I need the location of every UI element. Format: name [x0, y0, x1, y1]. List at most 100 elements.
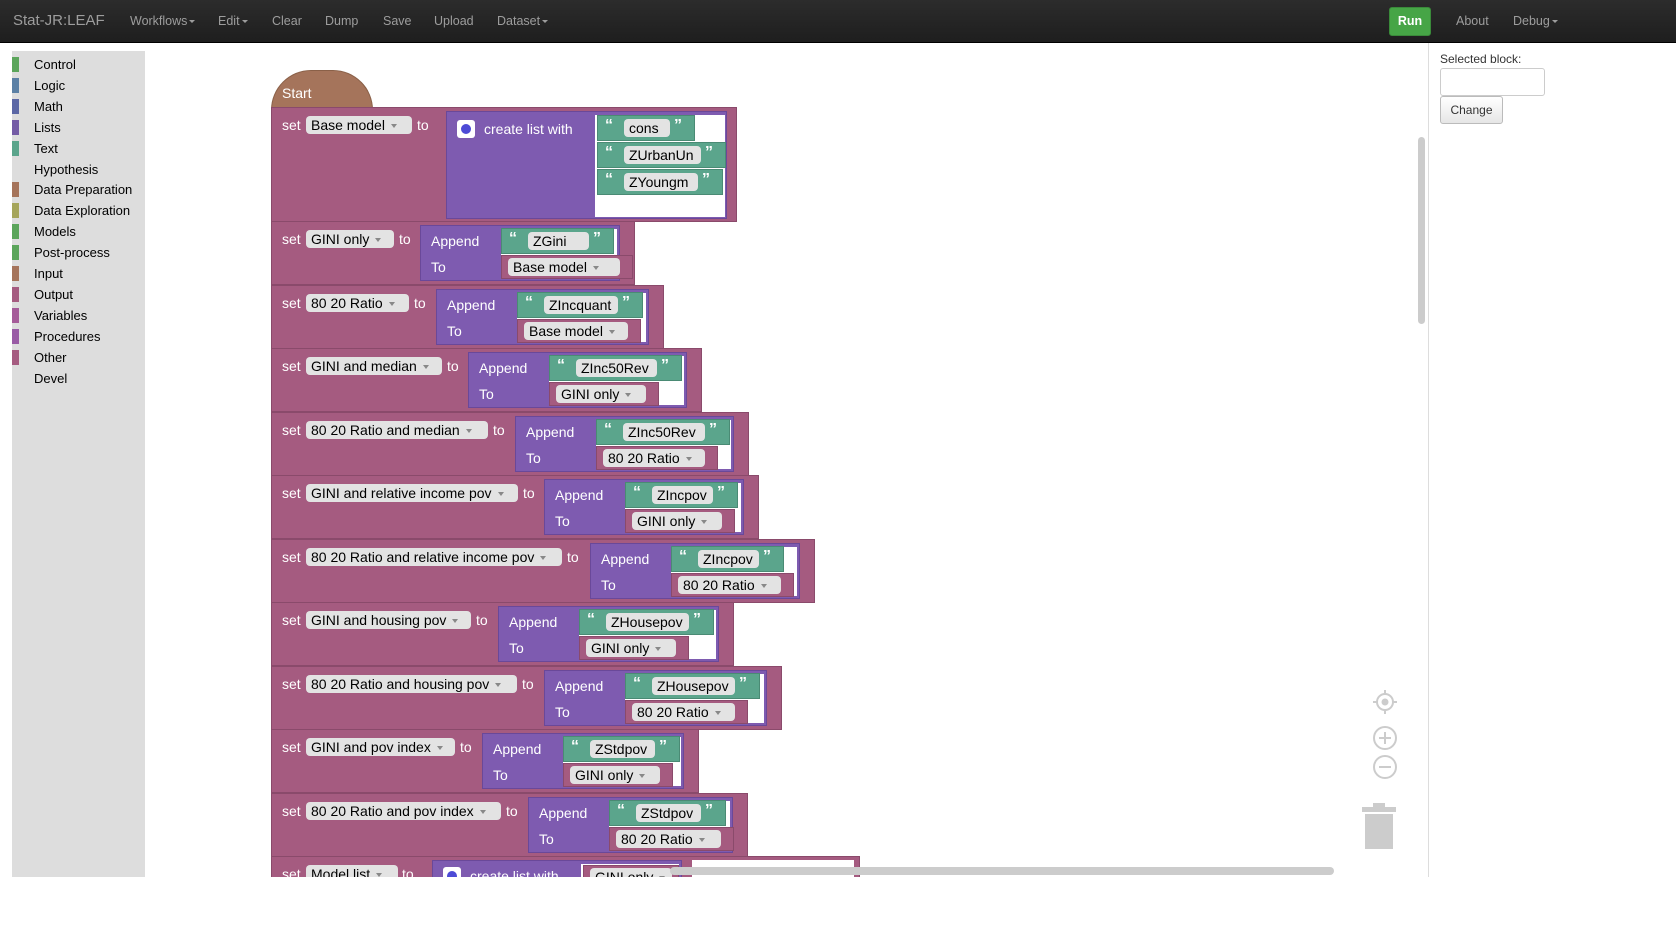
- app-brand[interactable]: Stat-JR:LEAF: [13, 12, 105, 29]
- append-block[interactable]: Append To “ ZHousepov” 80 20 Ratio: [544, 670, 767, 726]
- append-block[interactable]: Append To “ ZStdpov” 80 20 Ratio: [528, 797, 734, 853]
- toolbox-category-data-exploration[interactable]: Data Exploration: [12, 202, 145, 219]
- toolbox-category-input[interactable]: Input: [12, 265, 145, 282]
- append-block[interactable]: Append To “ ZInc50Rev” GINI only: [468, 352, 687, 408]
- variable-get-block[interactable]: GINI only: [583, 865, 679, 877]
- toolbox-category-hypothesis[interactable]: Hypothesis: [12, 161, 145, 178]
- set-block-row[interactable]: set GINI and relative income pov to Append T…: [271, 475, 759, 539]
- toolbox-category-logic[interactable]: Logic: [12, 77, 145, 94]
- toolbox-category-data-preparation[interactable]: Data Preparation: [12, 181, 145, 198]
- variable-get-block[interactable]: Base model: [501, 255, 633, 279]
- menu-about[interactable]: About: [1456, 14, 1489, 28]
- set-block-row[interactable]: set 80 20 Ratio to Append To “ ZIncquant” Base …: [271, 285, 664, 349]
- recenter-icon[interactable]: [1373, 690, 1397, 714]
- append-block[interactable]: Append To “ ZInc50Rev” 80 20 Ratio: [515, 416, 734, 472]
- variable-get-block[interactable]: GINI only: [549, 382, 659, 406]
- variable-dropdown[interactable]: GINI only: [556, 385, 646, 403]
- menu-save[interactable]: Save: [383, 14, 412, 28]
- set-block-row[interactable]: set GINI only to Append To “ ZGini” Base model: [271, 221, 635, 285]
- toolbox-category-text[interactable]: Text: [12, 140, 145, 157]
- text-block[interactable]: “ ZStdpov”: [609, 800, 726, 826]
- menu-upload[interactable]: Upload: [434, 14, 474, 28]
- set-block-row[interactable]: set 80 20 Ratio and pov index to Append To “ Z…: [271, 793, 748, 857]
- start-block[interactable]: Start: [271, 70, 373, 110]
- text-block[interactable]: “ ZInc50Rev”: [549, 355, 682, 381]
- set-block-base-model[interactable]: set Base model to create list with “cons” “ZU…: [271, 107, 737, 222]
- text-field[interactable]: ZGini: [528, 232, 589, 250]
- horizontal-scrollbar[interactable]: [670, 867, 1334, 875]
- text-field[interactable]: ZHousepov: [606, 613, 689, 631]
- variable-dropdown[interactable]: Base model: [306, 116, 412, 134]
- variable-dropdown[interactable]: Base model: [508, 258, 620, 276]
- text-field[interactable]: ZHousepov: [652, 677, 735, 695]
- variable-get-block[interactable]: GINI only: [563, 763, 673, 787]
- menu-dataset[interactable]: Dataset: [497, 14, 549, 28]
- text-block[interactable]: “ ZHousepov”: [625, 673, 760, 699]
- variable-dropdown[interactable]: GINI only: [586, 639, 676, 657]
- toolbox-category-procedures[interactable]: Procedures: [12, 328, 145, 345]
- variable-dropdown[interactable]: GINI and median: [306, 357, 442, 375]
- menu-clear[interactable]: Clear: [272, 14, 302, 28]
- variable-dropdown[interactable]: 80 20 Ratio: [616, 830, 721, 848]
- variable-get-block[interactable]: 80 20 Ratio: [671, 573, 794, 597]
- append-block[interactable]: Append To “ ZIncpov” GINI only: [544, 479, 744, 535]
- create-list-block[interactable]: create list with GINI only: [432, 860, 682, 877]
- toolbox-category-lists[interactable]: Lists: [12, 119, 145, 136]
- variable-get-block[interactable]: 80 20 Ratio: [625, 700, 748, 724]
- variable-dropdown[interactable]: 80 20 Ratio and median: [306, 421, 488, 439]
- variable-dropdown[interactable]: 80 20 Ratio and housing pov: [306, 675, 517, 693]
- set-block-row[interactable]: set 80 20 Ratio and housing pov to Append To…: [271, 666, 782, 730]
- menu-workflows[interactable]: Workflows: [130, 14, 196, 28]
- variable-dropdown[interactable]: Model list: [306, 865, 398, 877]
- menu-debug[interactable]: Debug: [1513, 14, 1558, 28]
- run-button[interactable]: Run: [1389, 7, 1431, 36]
- set-block-row[interactable]: set GINI and pov index to Append To “ ZStdpov”…: [271, 729, 699, 793]
- variable-dropdown[interactable]: 80 20 Ratio and pov index: [306, 802, 501, 820]
- toolbox-category-post-process[interactable]: Post-process: [12, 244, 145, 261]
- variable-dropdown[interactable]: GINI and housing pov: [306, 611, 471, 629]
- text-block[interactable]: “ ZGini”: [501, 228, 614, 254]
- toolbox-category-models[interactable]: Models: [12, 223, 145, 240]
- variable-get-block[interactable]: GINI only: [625, 509, 735, 533]
- blockly-workspace[interactable]: Start set Base model to create list with “ co…: [146, 43, 1428, 877]
- append-block[interactable]: Append To “ ZGini” Base model: [420, 225, 633, 281]
- variable-dropdown[interactable]: GINI and relative income pov: [306, 484, 518, 502]
- toolbox-category-output[interactable]: Output: [12, 286, 145, 303]
- text-block[interactable]: “ cons”: [597, 115, 695, 141]
- gear-icon[interactable]: [457, 120, 475, 138]
- variable-get-block[interactable]: 80 20 Ratio: [609, 827, 734, 851]
- text-field[interactable]: ZInc50Rev: [623, 423, 705, 441]
- set-block-row[interactable]: set GINI and median to Append To “ ZInc50Rev” G…: [271, 348, 702, 412]
- variable-get-block[interactable]: GINI only: [579, 636, 689, 660]
- variable-dropdown[interactable]: GINI only: [570, 766, 660, 784]
- text-field[interactable]: ZIncpov: [698, 550, 759, 568]
- toolbox-category-control[interactable]: Control: [12, 56, 145, 73]
- gear-icon[interactable]: [443, 867, 461, 877]
- variable-get-block[interactable]: Base model: [517, 319, 641, 343]
- text-field[interactable]: ZIncquant: [544, 296, 618, 314]
- text-field[interactable]: ZUrbanUn: [624, 146, 701, 164]
- toolbox-category-devel[interactable]: Devel: [12, 370, 145, 387]
- text-block[interactable]: “ ZIncpov”: [625, 482, 738, 508]
- text-field[interactable]: ZIncpov: [652, 486, 713, 504]
- variable-dropdown[interactable]: GINI only: [590, 868, 672, 877]
- zoom-in-icon[interactable]: [1373, 726, 1397, 750]
- variable-dropdown[interactable]: Base model: [524, 322, 628, 340]
- toolbox-category-variables[interactable]: Variables: [12, 307, 145, 324]
- text-block[interactable]: “ ZHousepov”: [579, 609, 714, 635]
- append-block[interactable]: Append To “ ZHousepov” GINI only: [498, 606, 719, 662]
- create-list-block[interactable]: create list with “cons” “ZUrbanUn” “ZYoungm…: [446, 111, 727, 219]
- text-field[interactable]: ZStdpov: [636, 804, 701, 822]
- text-field[interactable]: ZYoungm: [624, 173, 698, 191]
- variable-dropdown[interactable]: 80 20 Ratio: [632, 703, 735, 721]
- text-field[interactable]: ZInc50Rev: [576, 359, 657, 377]
- text-block[interactable]: “ ZUrbanUn”: [597, 142, 726, 168]
- append-block[interactable]: Append To “ ZIncquant” Base model: [436, 289, 649, 345]
- vertical-scrollbar[interactable]: [1418, 137, 1425, 324]
- menu-dump[interactable]: Dump: [325, 14, 358, 28]
- append-block[interactable]: Append To “ ZIncpov” 80 20 Ratio: [590, 543, 800, 599]
- variable-dropdown[interactable]: 80 20 Ratio: [306, 294, 409, 312]
- text-field[interactable]: cons: [624, 119, 670, 137]
- set-block-row[interactable]: set 80 20 Ratio and relative income pov to…: [271, 539, 815, 603]
- text-block[interactable]: “ ZStdpov”: [563, 736, 680, 762]
